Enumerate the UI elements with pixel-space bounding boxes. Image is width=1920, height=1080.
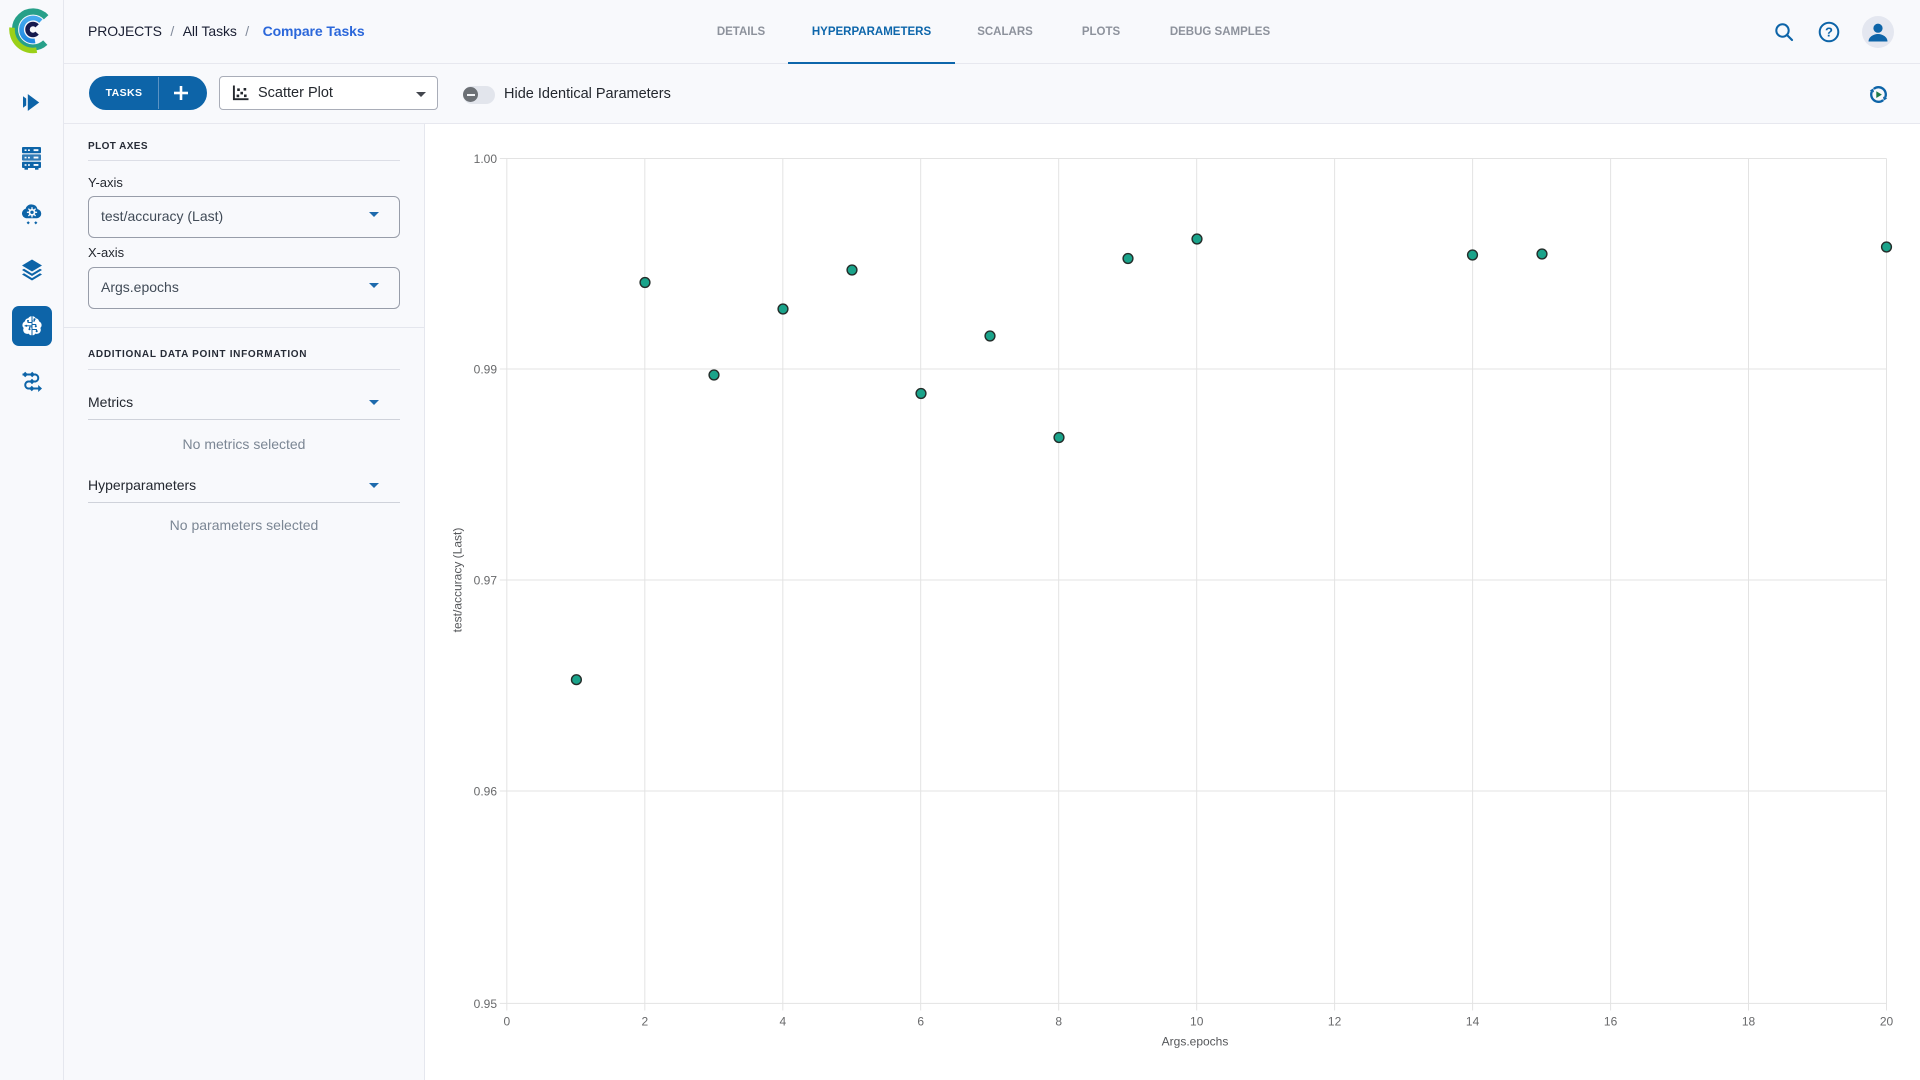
svg-text:test/accuracy (Last): test/accuracy (Last) xyxy=(451,528,465,633)
svg-text:12: 12 xyxy=(1328,1015,1342,1029)
svg-text:0.99: 0.99 xyxy=(474,363,498,377)
svg-text:4: 4 xyxy=(779,1015,786,1029)
svg-text:Args.epochs: Args.epochs xyxy=(1162,1035,1229,1049)
svg-text:18: 18 xyxy=(1742,1015,1756,1029)
svg-text:2: 2 xyxy=(641,1015,648,1029)
svg-text:0.95: 0.95 xyxy=(474,997,498,1011)
svg-text:20: 20 xyxy=(1880,1015,1894,1029)
svg-text:16: 16 xyxy=(1604,1015,1618,1029)
svg-text:10: 10 xyxy=(1190,1015,1204,1029)
svg-text:14: 14 xyxy=(1466,1015,1480,1029)
svg-text:0: 0 xyxy=(503,1015,510,1029)
svg-text:1.00: 1.00 xyxy=(474,152,498,166)
svg-text:0.97: 0.97 xyxy=(474,574,498,588)
svg-text:6: 6 xyxy=(917,1015,924,1029)
svg-text:8: 8 xyxy=(1055,1015,1062,1029)
svg-text:?: ? xyxy=(1825,25,1833,40)
svg-text:0.96: 0.96 xyxy=(474,785,498,799)
